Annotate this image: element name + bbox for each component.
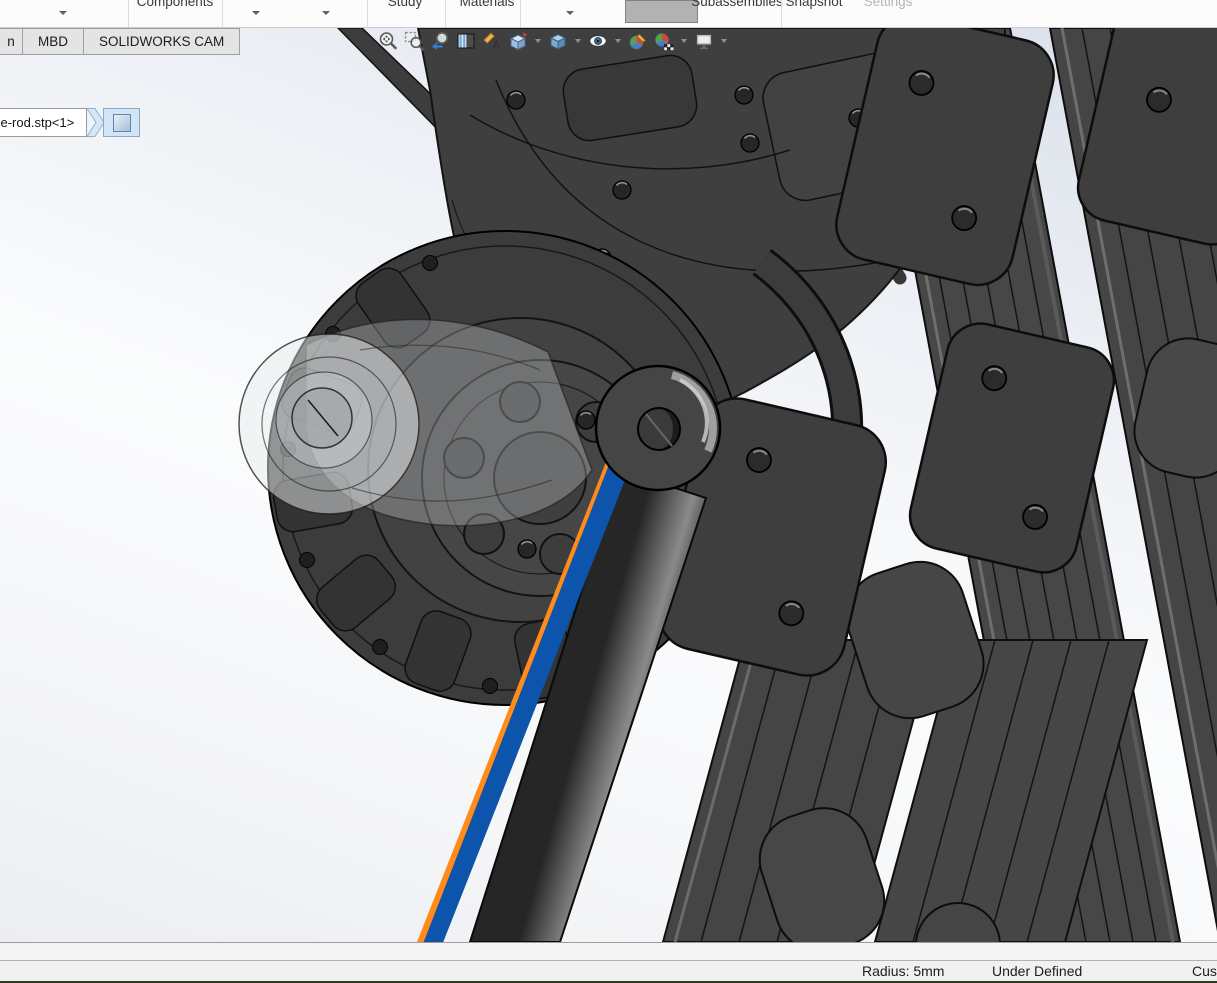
bottom-strip [0, 942, 1217, 961]
model-assembly[interactable] [0, 28, 1217, 942]
apply-scene-icon[interactable] [653, 30, 675, 52]
ribbon-separator [781, 0, 782, 27]
ribbon-button-settings: Settings [864, 0, 913, 9]
status-bar: Radius: 5mm Under Defined Cus [0, 961, 1217, 981]
svg-text:A: A [492, 38, 501, 52]
ribbon-active-button[interactable] [625, 0, 698, 23]
part-thumbnail-icon [113, 114, 131, 132]
tab-mbd[interactable]: MBD [22, 28, 84, 55]
dropdown-caret-icon[interactable] [535, 39, 541, 43]
viewport-3d[interactable] [0, 28, 1217, 942]
dropdown-caret-icon[interactable] [59, 11, 67, 15]
breadcrumb: tie-rod.stp<1> [0, 108, 140, 137]
ribbon-button-materials[interactable]: Materials [460, 0, 515, 9]
view-orientation-icon[interactable] [507, 30, 529, 52]
previous-view-icon[interactable] [429, 30, 451, 52]
status-right-label: Cus [1192, 963, 1217, 979]
heads-up-view-toolbar: A [377, 30, 729, 52]
view-settings-icon[interactable] [693, 30, 715, 52]
section-view-icon[interactable] [455, 30, 477, 52]
breadcrumb-part-label[interactable]: tie-rod.stp<1> [0, 108, 87, 137]
ribbon-separator [128, 0, 129, 27]
dropdown-caret-icon[interactable] [681, 39, 687, 43]
display-style-icon[interactable] [547, 30, 569, 52]
annotations-icon[interactable]: A [481, 30, 503, 52]
ribbon-separator [367, 0, 368, 27]
tab-partial[interactable]: n [0, 28, 23, 55]
hide-show-items-icon[interactable] [587, 30, 609, 52]
zoom-to-area-icon[interactable] [403, 30, 425, 52]
ribbon-separator [520, 0, 521, 27]
ribbon-separator [222, 0, 223, 27]
ribbon-button-subassemblies[interactable]: Subassemblies [691, 0, 783, 9]
command-manager-ribbon: Components Study Materials Subassemblies… [0, 0, 1217, 28]
edit-appearance-icon[interactable] [627, 30, 649, 52]
breadcrumb-part-button[interactable] [103, 108, 140, 137]
model-ghost-component[interactable] [239, 319, 592, 525]
command-manager-tabbar: n MBD SOLIDWORKS CAM [0, 28, 240, 55]
solidworks-window: Components Study Materials Subassemblies… [0, 0, 1217, 983]
ribbon-button-components[interactable]: Components [137, 0, 214, 9]
dropdown-caret-icon[interactable] [566, 11, 574, 15]
status-constraint-state: Under Defined [992, 963, 1082, 979]
tab-solidworks-cam[interactable]: SOLIDWORKS CAM [83, 28, 240, 55]
zoom-to-fit-icon[interactable] [377, 30, 399, 52]
dropdown-caret-icon[interactable] [615, 39, 621, 43]
dropdown-caret-icon[interactable] [252, 11, 260, 15]
dropdown-caret-icon[interactable] [721, 39, 727, 43]
model-pivot-hub[interactable] [596, 366, 720, 490]
ribbon-button-snapshot[interactable]: Snapshot [785, 0, 842, 9]
dropdown-caret-icon[interactable] [575, 39, 581, 43]
ribbon-button-study[interactable]: Study [388, 0, 423, 9]
status-measurement: Radius: 5mm [862, 963, 944, 979]
ribbon-separator [445, 0, 446, 27]
dropdown-caret-icon[interactable] [322, 11, 330, 15]
